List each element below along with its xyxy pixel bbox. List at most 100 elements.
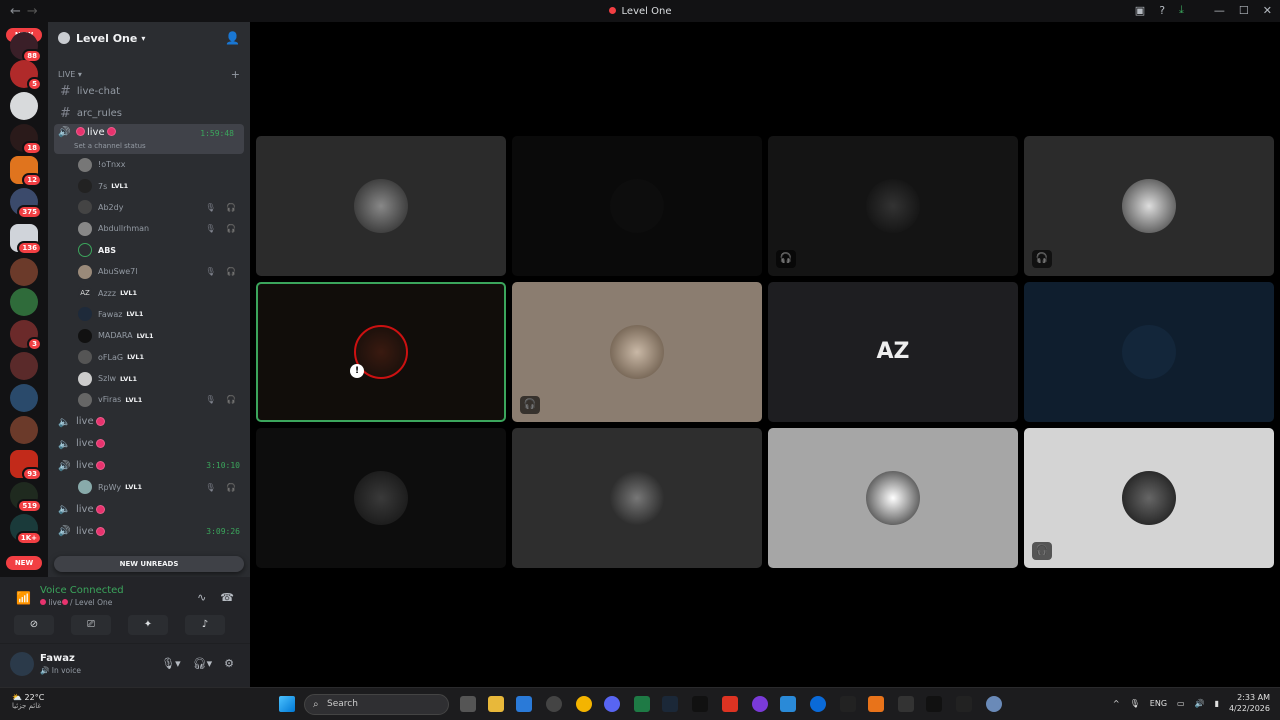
activities-button[interactable]: ✦ xyxy=(128,615,168,635)
language-indicator[interactable]: ENG xyxy=(1150,699,1167,708)
gear-icon[interactable]: ⚙ xyxy=(224,657,234,670)
server-icon[interactable]: 18 xyxy=(10,124,42,155)
category-live[interactable]: LIVE ▾ + xyxy=(48,68,250,81)
close-button[interactable]: ✕ xyxy=(1263,4,1272,17)
server-icon[interactable]: 375 xyxy=(10,188,42,219)
participant-tile[interactable]: 🎧 xyxy=(768,136,1018,276)
participant-tile[interactable]: 🎧 xyxy=(512,282,762,422)
server-icon[interactable]: 519 xyxy=(10,482,42,513)
headphones-icon[interactable]: 🎧︎▾ xyxy=(193,657,213,670)
network-icon[interactable]: ▭ xyxy=(1177,699,1185,708)
server-icon[interactable] xyxy=(10,384,38,412)
participant-tile[interactable] xyxy=(512,428,762,568)
server-icon[interactable]: 12 xyxy=(10,156,42,187)
excel-icon[interactable] xyxy=(634,696,650,712)
member-row[interactable]: AbuSwe7l 🎙 🎧 xyxy=(48,261,250,282)
voice-channel[interactable]: 🔊 live 3:10:10 xyxy=(48,455,250,477)
server-icon[interactable] xyxy=(10,352,38,380)
task-view-icon[interactable] xyxy=(460,696,476,712)
app-icon[interactable] xyxy=(780,696,796,712)
member-row[interactable]: oFLaG LVL1 xyxy=(48,347,250,368)
server-icon[interactable]: 3 xyxy=(10,320,42,351)
server-icon[interactable]: 136 xyxy=(10,224,42,255)
soundboard-button[interactable]: ♪ xyxy=(185,615,225,635)
member-row[interactable]: !oTnxx xyxy=(48,154,250,175)
member-row[interactable]: AZ Azzz LVL1 xyxy=(48,282,250,303)
participant-tile[interactable] xyxy=(1024,282,1274,422)
server-icon[interactable]: 93 xyxy=(10,450,42,481)
voice-channel[interactable]: 🔈 live xyxy=(48,498,250,520)
app-icon[interactable] xyxy=(898,696,914,712)
app-icon[interactable] xyxy=(692,696,708,712)
server-icon[interactable]: 1K+ xyxy=(10,514,42,545)
settings-icon[interactable] xyxy=(986,696,1002,712)
microphone-icon[interactable]: 🎙︎▾ xyxy=(161,657,181,670)
member-row[interactable]: vFiras LVL1 🎙 🎧 xyxy=(48,389,250,410)
start-button[interactable] xyxy=(279,696,295,712)
signal-icon[interactable]: 📶 xyxy=(16,591,31,605)
participant-tile[interactable]: 🎧 xyxy=(1024,428,1274,568)
server-icon[interactable] xyxy=(10,288,38,316)
inbox-icon[interactable]: ▣ xyxy=(1135,4,1145,17)
noise-suppression-icon[interactable]: ∿ xyxy=(197,591,206,604)
app-icon[interactable] xyxy=(810,696,826,712)
epic-games-icon[interactable] xyxy=(840,696,856,712)
chevron-up-icon[interactable]: ^ xyxy=(1113,699,1120,708)
channel-live-chat[interactable]: # live-chat xyxy=(48,80,250,102)
weather-widget[interactable]: ⛅ 22°C غائم جزئيا xyxy=(12,693,44,710)
app-icon[interactable] xyxy=(926,696,942,712)
participant-tile[interactable]: 🎧 xyxy=(1024,136,1274,276)
back-arrow-icon[interactable]: ← xyxy=(10,4,21,19)
member-row[interactable]: Fawaz LVL1 xyxy=(48,304,250,325)
voice-channel[interactable]: 🔈 live xyxy=(48,411,250,433)
download-icon[interactable]: ⤓ xyxy=(1179,3,1184,17)
volume-icon[interactable]: 🔊 xyxy=(1195,699,1205,708)
new-badge-bottom[interactable]: NEW xyxy=(6,556,42,570)
participant-tile[interactable] xyxy=(256,428,506,568)
participant-tile-speaking[interactable]: ! xyxy=(256,282,506,422)
add-member-icon[interactable]: 👤 xyxy=(225,31,240,45)
avatar[interactable] xyxy=(10,652,34,676)
app-icon[interactable] xyxy=(752,696,768,712)
clock[interactable]: 2:33 AM 4/22/2026 xyxy=(1229,692,1270,714)
add-channel-icon[interactable]: + xyxy=(231,68,240,81)
battery-icon[interactable]: ▮ xyxy=(1215,699,1219,708)
steam-icon[interactable] xyxy=(662,696,678,712)
channel-arc-rules[interactable]: # arc_rules xyxy=(48,102,250,124)
new-unreads-button[interactable]: NEW UNREADS xyxy=(54,556,244,572)
server-icon[interactable]: 88 xyxy=(10,32,42,63)
forward-arrow-icon[interactable]: → xyxy=(27,4,38,19)
member-row[interactable]: 7s LVL1 xyxy=(48,175,250,196)
app-icon[interactable] xyxy=(868,696,884,712)
disconnect-icon[interactable]: ☎ xyxy=(220,591,234,604)
discord-icon[interactable] xyxy=(604,696,620,712)
server-icon[interactable] xyxy=(10,416,38,444)
screen-share-button[interactable]: ⎚ xyxy=(71,615,111,635)
member-row[interactable]: Abdullrhman 🎙 🎧 xyxy=(48,218,250,239)
app-icon[interactable] xyxy=(546,696,562,712)
search-box[interactable]: ⌕ Search xyxy=(304,694,449,715)
member-row[interactable]: MADARA LVL1 xyxy=(48,325,250,346)
participant-tile[interactable] xyxy=(512,136,762,276)
microphone-icon[interactable]: 🎙 xyxy=(1130,699,1140,708)
participant-tile[interactable] xyxy=(768,428,1018,568)
member-row[interactable]: RpWy LVL1 🎙 🎧 xyxy=(48,477,250,498)
participant-tile[interactable] xyxy=(256,136,506,276)
app-icon[interactable] xyxy=(722,696,738,712)
guild-header[interactable]: Level One ▾ 👤 xyxy=(48,22,250,54)
app-icon[interactable] xyxy=(956,696,972,712)
camera-off-button[interactable]: ⊘ xyxy=(14,615,54,635)
member-row[interactable]: Szlw LVL1 xyxy=(48,368,250,389)
member-row[interactable]: ABS xyxy=(48,240,250,261)
channel-status[interactable]: Set a channel status xyxy=(74,142,146,150)
voice-channel-active[interactable]: 🔊 live 1:59:48 Set a channel status xyxy=(54,124,244,154)
server-icon[interactable]: 5 xyxy=(10,60,42,91)
member-row[interactable]: Ab2dy 🎙 🎧 xyxy=(48,197,250,218)
help-icon[interactable]: ? xyxy=(1159,4,1165,17)
store-icon[interactable] xyxy=(516,696,532,712)
file-explorer-icon[interactable] xyxy=(488,696,504,712)
participant-tile[interactable]: AZ xyxy=(768,282,1018,422)
server-icon[interactable] xyxy=(10,92,38,120)
server-icon[interactable] xyxy=(10,258,38,286)
minimize-button[interactable]: — xyxy=(1214,4,1225,17)
